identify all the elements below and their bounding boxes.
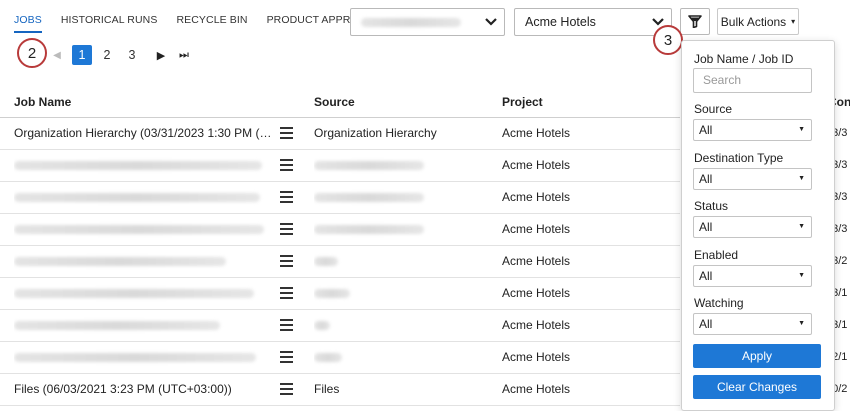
filter-button[interactable]	[680, 8, 710, 35]
filter-icon	[688, 15, 702, 28]
callout-badge-3: 3	[653, 25, 683, 55]
account-select[interactable]	[350, 8, 505, 36]
project-cell: Acme Hotels	[502, 190, 571, 204]
project-select-value: Acme Hotels	[525, 15, 596, 29]
caret-down-icon: ▼	[798, 223, 805, 230]
job-name-cell[interactable]	[14, 278, 276, 309]
source-cell	[314, 278, 484, 309]
tab-bar: JOBS HISTORICAL RUNS RECYCLE BIN PRODUCT…	[14, 0, 397, 40]
bulk-actions-label: Bulk Actions	[720, 14, 787, 29]
source-cell	[314, 214, 484, 245]
filter-panel: Job Name / Job ID Search Source All ▼ Des…	[681, 40, 835, 411]
last-page-icon[interactable]: ⏭	[175, 49, 193, 62]
table-row[interactable]: Acme Hotels	[0, 278, 680, 310]
status-select-value: All	[699, 220, 713, 234]
job-name-cell[interactable]	[14, 214, 276, 245]
watching-label: Watching	[694, 296, 744, 310]
hamburger-menu-icon[interactable]	[280, 159, 293, 171]
hamburger-menu-icon[interactable]	[280, 255, 293, 267]
destination-type-value: All	[699, 172, 713, 186]
header-project[interactable]: Project	[502, 95, 543, 109]
project-cell: Acme Hotels	[502, 254, 571, 268]
hamburger-menu-icon[interactable]	[280, 351, 293, 363]
project-cell: Acme Hotels	[502, 318, 571, 332]
table-row[interactable]: Acme Hotels	[0, 310, 680, 342]
job-name-cell[interactable]	[14, 150, 276, 181]
chevron-down-icon	[485, 18, 497, 26]
pagination: ◀ 1 2 3 ▶ ⏭	[50, 45, 193, 65]
job-name-cell[interactable]	[14, 310, 276, 341]
tab-historical-runs[interactable]: HISTORICAL RUNS	[61, 0, 158, 40]
destination-type-select[interactable]: All ▼	[693, 168, 812, 190]
job-name-filter-label: Job Name / Job ID	[694, 52, 794, 66]
source-cell	[314, 246, 484, 277]
enabled-select-value: All	[699, 269, 713, 283]
blurred-value	[361, 17, 461, 27]
source-cell	[314, 150, 484, 181]
job-name-cell[interactable]: Files (06/03/2021 3:23 PM (UTC+03:00))	[14, 374, 276, 405]
caret-down-icon: ▾	[791, 17, 796, 26]
project-cell: Acme Hotels	[502, 158, 571, 172]
hamburger-menu-icon[interactable]	[280, 319, 293, 331]
job-name-cell[interactable]: Organization Hierarchy (03/31/2023 1:30 …	[14, 118, 276, 149]
hamburger-menu-icon[interactable]	[280, 383, 293, 395]
source-select[interactable]: All ▼	[693, 119, 812, 141]
table-row[interactable]: Organization Hierarchy (03/31/2023 1:30 …	[0, 118, 680, 150]
page-1-button[interactable]: 1	[72, 45, 92, 65]
tab-recycle-bin[interactable]: RECYCLE BIN	[176, 0, 247, 40]
apply-button[interactable]: Apply	[693, 344, 821, 368]
callout-badge-2: 2	[17, 38, 47, 68]
table-row[interactable]: Acme Hotels	[0, 342, 680, 374]
project-cell: Acme Hotels	[502, 222, 571, 236]
source-cell	[314, 182, 484, 213]
table-row[interactable]: Acme Hotels	[0, 182, 680, 214]
enabled-select[interactable]: All ▼	[693, 265, 812, 287]
job-search-input[interactable]: Search	[693, 68, 812, 93]
caret-down-icon: ▼	[798, 272, 805, 279]
caret-down-icon: ▼	[798, 320, 805, 327]
source-cell: Files	[314, 382, 340, 396]
project-cell: Acme Hotels	[502, 382, 571, 396]
project-cell: Acme Hotels	[502, 286, 571, 300]
project-cell: Acme Hotels	[502, 350, 571, 364]
table-row[interactable]: Acme Hotels	[0, 214, 680, 246]
header-job-name[interactable]: Job Name	[14, 95, 71, 109]
job-name-cell[interactable]	[14, 342, 276, 373]
bulk-actions-button[interactable]: Bulk Actions ▾	[717, 8, 799, 35]
clear-changes-button[interactable]: Clear Changes	[693, 375, 821, 399]
hamburger-menu-icon[interactable]	[280, 191, 293, 203]
job-name-cell[interactable]	[14, 246, 276, 277]
status-label: Status	[694, 199, 729, 213]
table-row[interactable]: Files (06/03/2021 3:23 PM (UTC+03:00)) F…	[0, 374, 680, 406]
caret-down-icon: ▼	[798, 175, 805, 182]
job-name-cell[interactable]	[14, 182, 276, 213]
hamburger-menu-icon[interactable]	[280, 223, 293, 235]
tab-jobs[interactable]: JOBS	[14, 0, 42, 40]
table-row[interactable]: Acme Hotels	[0, 150, 680, 182]
status-select[interactable]: All ▼	[693, 216, 812, 238]
hamburger-menu-icon[interactable]	[280, 287, 293, 299]
project-select[interactable]: Acme Hotels	[514, 8, 672, 36]
enabled-label: Enabled	[694, 248, 739, 262]
next-page-icon[interactable]: ▶	[152, 49, 170, 62]
page-3-button[interactable]: 3	[122, 45, 142, 65]
prev-page-icon[interactable]: ◀	[50, 50, 64, 61]
page-2-button[interactable]: 2	[97, 45, 117, 65]
hamburger-menu-icon[interactable]	[280, 127, 293, 139]
source-cell	[314, 342, 484, 373]
caret-down-icon: ▼	[798, 126, 805, 133]
destination-type-label: Destination Type	[694, 151, 784, 165]
source-select-value: All	[699, 123, 713, 137]
watching-select-value: All	[699, 317, 713, 331]
source-cell: Organization Hierarchy	[314, 126, 437, 140]
header-source[interactable]: Source	[314, 95, 355, 109]
project-cell: Acme Hotels	[502, 126, 571, 140]
watching-select[interactable]: All ▼	[693, 313, 812, 335]
source-filter-label: Source	[694, 102, 733, 116]
source-cell	[314, 310, 484, 341]
table-row[interactable]: Acme Hotels	[0, 246, 680, 278]
